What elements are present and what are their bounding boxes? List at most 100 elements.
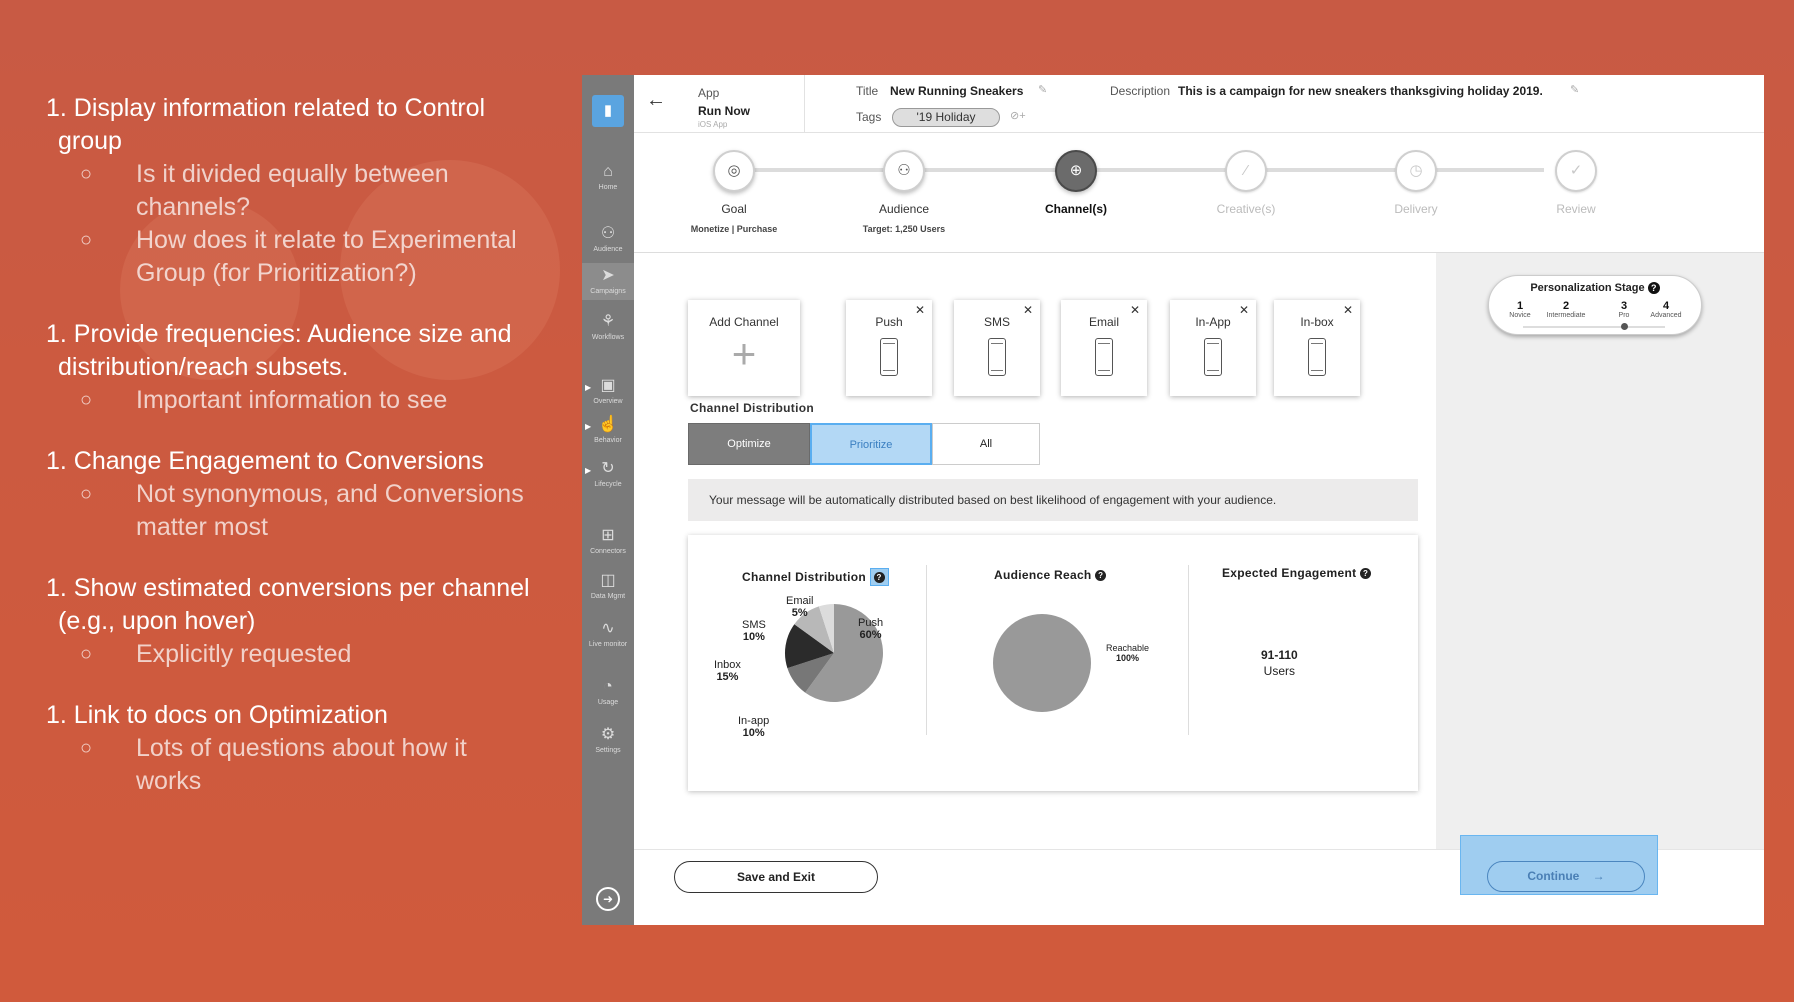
- title-label: Title: [856, 84, 879, 98]
- note-4: 1. Show estimated conversions per channe…: [46, 572, 536, 671]
- step-name: Audience: [878, 202, 930, 216]
- pie-label-value: 15%: [716, 671, 739, 683]
- sidebar-label: Lifecycle: [594, 481, 622, 488]
- all-button[interactable]: All: [932, 423, 1040, 465]
- chart-title-text: Audience Reach: [994, 568, 1092, 582]
- sidebar: ▮ ⌂ Home ⚇ Audience ➤ Campaigns ⚘ Workflows …: [582, 75, 634, 925]
- step-delivery[interactable]: ◷ Delivery: [1336, 133, 1496, 216]
- sidebar-item-lifecycle[interactable]: ↻ Lifecycle: [582, 460, 634, 489]
- step-name: Creative(s): [1216, 202, 1276, 216]
- charts-card: Channel Distribution ? Email 5% SMS 10% Pu…: [688, 535, 1418, 791]
- campaign-title[interactable]: New Running Sneakers: [890, 84, 1023, 98]
- pie-label-value: 100%: [1116, 653, 1140, 663]
- add-channel-card[interactable]: Add Channel +: [688, 300, 800, 396]
- stage-label: Intermediate: [1546, 312, 1586, 319]
- app-label: App: [698, 86, 720, 100]
- step-review[interactable]: ✓ Review: [1496, 133, 1656, 216]
- users-icon: ⚇: [883, 150, 925, 192]
- step-channels[interactable]: ⊕ Channel(s): [996, 133, 1156, 216]
- sidebar-item-usage[interactable]: ◔ Usage: [582, 678, 634, 707]
- exit-icon[interactable]: ➜: [596, 887, 620, 911]
- channel-distribution-title: Channel Distribution: [690, 401, 814, 415]
- stage-intermediate[interactable]: 2 Intermediate: [1541, 300, 1591, 319]
- note-bullet-text: How does it relate to Experimental Group…: [136, 226, 517, 287]
- sidebar-label: Settings: [595, 747, 621, 754]
- stage-advanced[interactable]: 4 Advanced: [1641, 300, 1691, 319]
- audience-reach-pie: [993, 614, 1091, 712]
- help-icon[interactable]: ?: [1095, 570, 1107, 581]
- campaign-description[interactable]: This is a campaign for new sneakers than…: [1178, 84, 1543, 98]
- home-icon: ⌂: [603, 163, 613, 180]
- step-creatives[interactable]: ⁄ Creative(s): [1166, 133, 1326, 216]
- sidebar-label: Live monitor: [588, 641, 628, 648]
- app-logo-icon[interactable]: ▮: [592, 95, 624, 127]
- close-icon[interactable]: ✕: [1130, 303, 1140, 317]
- stage-novice[interactable]: 1 Novice: [1495, 300, 1545, 319]
- sidebar-item-settings[interactable]: ⚙ Settings: [582, 726, 634, 755]
- globe-icon: ⊕: [1055, 150, 1097, 192]
- close-icon[interactable]: ✕: [1239, 303, 1249, 317]
- step-name: Channel(s): [1044, 202, 1107, 216]
- step-audience[interactable]: ⚇ Audience Target: 1,250 Users: [824, 133, 984, 234]
- workflow-icon: ⚘: [600, 313, 616, 330]
- pie-label-name: Reachable: [1106, 643, 1150, 653]
- help-highlight[interactable]: ?: [869, 568, 889, 586]
- help-icon[interactable]: ?: [1647, 282, 1660, 294]
- prioritize-button[interactable]: Prioritize: [810, 423, 932, 465]
- phone-icon: [1308, 338, 1326, 376]
- sidebar-item-home[interactable]: ⌂ Home: [582, 163, 634, 192]
- sidebar-item-audience[interactable]: ⚇ Audience: [582, 225, 634, 254]
- channel-name: SMS: [983, 315, 1010, 329]
- add-tag-icon[interactable]: ⊘+: [1010, 109, 1026, 122]
- step-name: Delivery: [1394, 202, 1438, 216]
- sidebar-item-behavior[interactable]: ☝ Behavior: [582, 416, 634, 445]
- app-platform: iOS App: [698, 120, 728, 129]
- channel-card-sms[interactable]: ✕ SMS: [954, 300, 1040, 396]
- back-arrow-icon[interactable]: ←: [646, 89, 666, 112]
- close-icon[interactable]: ✕: [915, 303, 925, 317]
- sidebar-label: Data Mgmt: [590, 593, 626, 600]
- stage-number: 4: [1662, 300, 1670, 312]
- description-label: Description: [1110, 84, 1171, 98]
- close-icon[interactable]: ✕: [1343, 303, 1353, 317]
- stage-label: Novice: [1509, 312, 1531, 319]
- pie-slice-reachable[interactable]: [993, 614, 1091, 712]
- edit-pencil-icon[interactable]: ✎: [1570, 83, 1579, 96]
- step-subtitle: Monetize | Purchase: [690, 224, 778, 234]
- sidebar-item-live-monitor[interactable]: ∿ Live monitor: [582, 620, 634, 649]
- app-name: Run Now: [698, 104, 750, 118]
- sidebar-item-workflows[interactable]: ⚘ Workflows: [582, 313, 634, 342]
- channel-card-email[interactable]: ✕ Email: [1061, 300, 1147, 396]
- database-icon: ◫: [600, 572, 616, 589]
- note-1: 1. Display information related to Contro…: [46, 92, 536, 290]
- pie-label-name: Inbox: [714, 659, 741, 671]
- sidebar-label: Usage: [597, 699, 619, 706]
- channel-card-in-app[interactable]: ✕ In-App: [1170, 300, 1256, 396]
- edit-pencil-icon[interactable]: ✎: [1038, 83, 1047, 96]
- personalization-stage[interactable]: Personalization Stage ? 1 Novice 2 Interme…: [1488, 275, 1702, 335]
- stage-indicator[interactable]: [1621, 323, 1628, 330]
- sidebar-item-data-mgmt[interactable]: ◫ Data Mgmt: [582, 572, 634, 601]
- tag-pill[interactable]: '19 Holiday: [892, 108, 1000, 127]
- sidebar-item-connectors[interactable]: ⊞ Connectors: [582, 527, 634, 556]
- optimize-button[interactable]: Optimize: [688, 423, 810, 465]
- stage-number: 2: [1562, 300, 1570, 312]
- pie-label-name: In-app: [738, 715, 770, 727]
- phone-icon: [1095, 338, 1113, 376]
- sidebar-item-campaigns[interactable]: ➤ Campaigns: [582, 263, 634, 300]
- help-icon[interactable]: ?: [1360, 568, 1372, 579]
- save-and-exit-button[interactable]: Save and Exit: [674, 861, 878, 893]
- close-icon[interactable]: ✕: [1023, 303, 1033, 317]
- sidebar-item-overview[interactable]: ▣ Overview: [582, 377, 634, 406]
- phone-icon: [880, 338, 898, 376]
- continue-button[interactable]: Continue →: [1487, 861, 1645, 892]
- app-window: ▮ ⌂ Home ⚇ Audience ➤ Campaigns ⚘ Workflows …: [582, 75, 1764, 925]
- note-heading: 1. Provide frequencies: Audience size an…: [46, 320, 512, 381]
- expected-engagement-title: Expected Engagement ?: [1222, 566, 1372, 580]
- users-icon: ⚇: [600, 225, 616, 242]
- channel-card-push[interactable]: ✕ Push: [846, 300, 932, 396]
- phone-icon: [988, 338, 1006, 376]
- step-goal[interactable]: ◎ Goal Monetize | Purchase: [654, 133, 814, 234]
- channel-card-in-box[interactable]: ✕ In-box: [1274, 300, 1360, 396]
- note-bullet-text: Important information to see: [136, 386, 448, 414]
